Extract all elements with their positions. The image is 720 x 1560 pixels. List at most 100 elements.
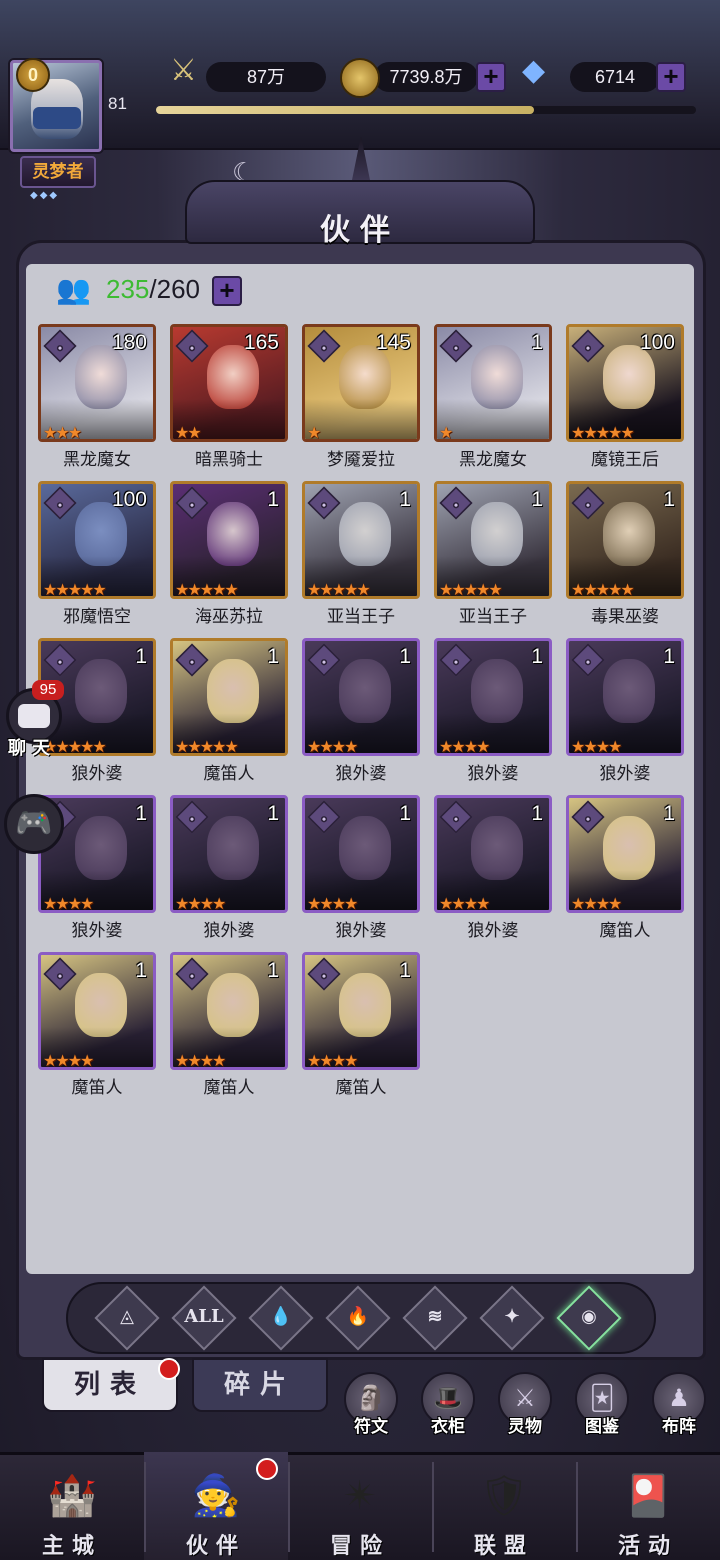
vip-badge[interactable]: 0	[16, 58, 50, 92]
hero-name: 狼外婆	[599, 764, 651, 784]
hero-level: 1	[135, 802, 147, 825]
hero-stars: ★	[307, 423, 321, 442]
wardrobe-label: 衣柜	[431, 1417, 465, 1437]
partner-count-current: 235	[106, 274, 150, 304]
nav-partners[interactable]: 🧙 伙伴	[144, 1452, 288, 1560]
alliance-icon: 🛡	[478, 1473, 530, 1519]
tab-list-notification-badge	[158, 1358, 180, 1380]
hero-name: 狼外婆	[467, 921, 519, 941]
hero-portrait: 1 ★	[434, 324, 552, 442]
diamond-icon: ◆	[522, 53, 546, 88]
hero-card[interactable]: 1 ★★★★ 狼外婆	[434, 795, 552, 945]
hero-portrait: 180 ★★★	[38, 324, 156, 442]
power-value: 87万	[206, 62, 326, 92]
hero-stars: ★★★★★	[175, 580, 239, 599]
hero-portrait: 1 ★★★★	[38, 952, 156, 1070]
element-eye	[187, 814, 197, 824]
hero-card[interactable]: 1 ★★★★ 魔笛人	[566, 795, 684, 945]
hero-level: 1	[663, 645, 675, 668]
hero-level: 1	[267, 645, 279, 668]
hero-card[interactable]: 1 ★★★★ 狼外婆	[302, 638, 420, 788]
adventure-icon: ✴	[343, 1473, 377, 1519]
element-eye	[451, 657, 461, 667]
hero-level: 1	[399, 488, 411, 511]
hero-card[interactable]: 1 ★★★★ 魔笛人	[170, 952, 288, 1102]
spirit-label: 灵物	[508, 1417, 542, 1437]
hero-portrait: 145 ★	[302, 324, 420, 442]
hero-card[interactable]: 180 ★★★ 黑龙魔女	[38, 324, 156, 474]
hero-stars: ★★★★	[307, 737, 358, 756]
nav-separator	[144, 1462, 146, 1552]
hero-card[interactable]: 1 ★★★★★ 海巫苏拉	[170, 481, 288, 631]
codex-label: 图鉴	[585, 1417, 619, 1437]
nav-events[interactable]: 🎴 活动	[576, 1452, 720, 1560]
hero-card[interactable]: 1 ★★★★★ 魔笛人	[170, 638, 288, 788]
panel-title: 伙伴	[320, 213, 400, 248]
expand-capacity-button[interactable]: +	[212, 276, 242, 306]
hero-card[interactable]: 1 ★★★★ 魔笛人	[38, 952, 156, 1102]
hero-stars: ★★★★	[307, 894, 358, 913]
hero-level: 1	[135, 645, 147, 668]
hero-card[interactable]: 1 ★★★★★ 亚当王子	[302, 481, 420, 631]
nav-adventure[interactable]: ✴ 冒险	[288, 1452, 432, 1560]
hero-card[interactable]: 145 ★ 梦魇爱拉	[302, 324, 420, 474]
add-diamond-button[interactable]: +	[656, 62, 686, 92]
hero-name: 狼外婆	[71, 764, 123, 784]
hero-card[interactable]: 1 ★★★★ 狼外婆	[566, 638, 684, 788]
hero-portrait: 1 ★★★★★	[434, 481, 552, 599]
hero-card[interactable]: 1 ★★★★ 狼外婆	[170, 795, 288, 945]
wardrobe-icon: 🎩	[433, 1384, 463, 1412]
gold-coin-icon	[340, 58, 380, 98]
element-eye	[187, 500, 197, 510]
events-icon: 🎴	[623, 1473, 673, 1519]
hero-card[interactable]: 165 ★★ 暗黑骑士	[170, 324, 288, 474]
hero-stars: ★★★★★	[571, 580, 635, 599]
hero-stars: ★★★	[43, 423, 82, 442]
player-title-badge[interactable]: 灵梦者	[20, 156, 96, 188]
hero-level: 1	[267, 959, 279, 982]
hero-card[interactable]: 1 ★★★★ 狼外婆	[302, 795, 420, 945]
element-eye	[451, 343, 461, 353]
formation-icon: ♟	[668, 1384, 690, 1412]
hero-portrait: 1 ★★★★	[170, 952, 288, 1070]
hero-portrait: 1 ★★★★	[302, 795, 420, 913]
hero-name: 魔笛人	[599, 921, 651, 941]
nav-separator	[576, 1462, 578, 1552]
element-eye	[187, 971, 197, 981]
hero-card[interactable]: 1 ★ 黑龙魔女	[434, 324, 552, 474]
element-eye	[55, 657, 65, 667]
hero-stars: ★	[439, 423, 453, 442]
hero-name: 魔笛人	[203, 1078, 255, 1098]
avatar-mask	[33, 107, 81, 129]
hero-stars: ★★	[175, 423, 202, 442]
hero-card[interactable]: 1 ★★★★★ 毒果巫婆	[566, 481, 684, 631]
nav-main-city[interactable]: 🏰 主城	[0, 1452, 144, 1560]
partners-icon: 🧙	[191, 1473, 241, 1519]
nav-alliance[interactable]: 🛡 联盟	[432, 1452, 576, 1560]
hero-level: 145	[375, 331, 411, 354]
hero-name: 黑龙魔女	[459, 450, 527, 470]
codex-icon: 🃏	[589, 1384, 615, 1412]
filter-light-icon: ✦	[504, 1306, 520, 1327]
rune-icon: 🗿	[356, 1384, 386, 1412]
hero-card[interactable]: 1 ★★★★★ 亚当王子	[434, 481, 552, 631]
hero-card[interactable]: 100 ★★★★★ 邪魔悟空	[38, 481, 156, 631]
hero-level: 1	[267, 488, 279, 511]
hero-card[interactable]: 1 ★★★★ 狼外婆	[434, 638, 552, 788]
nav-label: 活动	[617, 1534, 678, 1559]
filter-wind-icon: ≋	[427, 1306, 443, 1327]
tab-fragments[interactable]: 碎片	[192, 1358, 328, 1412]
add-gold-button[interactable]: +	[476, 62, 506, 92]
portrait-shade	[437, 399, 549, 439]
hero-stars: ★★★★★	[307, 580, 371, 599]
hero-name: 毒果巫婆	[591, 607, 659, 627]
hero-card[interactable]: 100 ★★★★★ 魔镜王后	[566, 324, 684, 474]
hero-card[interactable]: 1 ★★★★ 魔笛人	[302, 952, 420, 1102]
rune-label: 符文	[354, 1417, 388, 1437]
hero-level: 1	[531, 802, 543, 825]
hero-portrait: 1 ★★★★★	[302, 481, 420, 599]
hero-portrait: 165 ★★	[170, 324, 288, 442]
gamepad-icon[interactable]: 🎮	[4, 794, 64, 854]
hero-name: 黑龙魔女	[63, 450, 131, 470]
element-eye	[451, 814, 461, 824]
